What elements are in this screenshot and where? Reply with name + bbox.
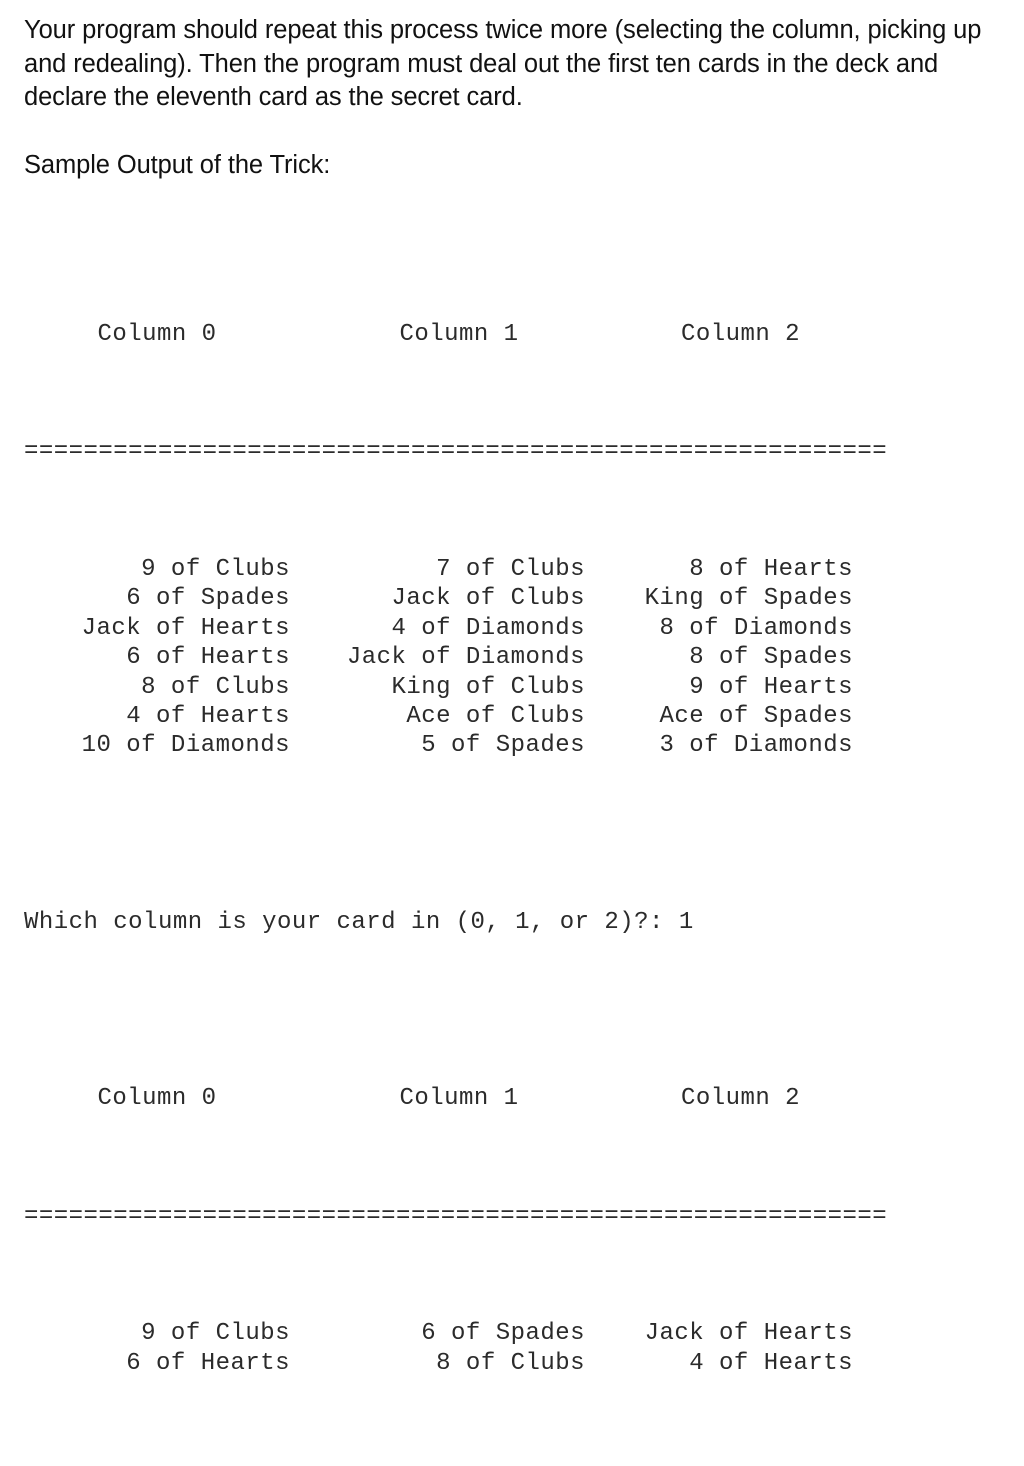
cell-gap [585, 614, 628, 643]
cell-gap [290, 731, 333, 760]
deal-two-separator: ========================================… [24, 1202, 888, 1230]
card-cell: 6 of Spades [126, 585, 290, 613]
column-header-1: Column 1 [399, 1085, 519, 1113]
table-row: 8 of Clubs King of Clubs 9 of Hearts [24, 673, 853, 702]
table-row: 10 of Diamonds 5 of Spades 3 of Diamonds [24, 731, 853, 760]
card-cell: King of Clubs [391, 673, 585, 701]
deal-two-table: Column 0 Column 1 Column 2 [24, 1084, 853, 1113]
deal-one-separator: ========================================… [24, 438, 888, 466]
card-cell: Jack of Hearts [81, 614, 290, 642]
column-header-2: Column 2 [680, 320, 801, 348]
card-cell: 7 of Clubs [436, 555, 585, 583]
card-cell: 3 of Diamonds [659, 732, 853, 760]
table-row: 9 of Clubs 7 of Clubs 8 of Hearts [24, 555, 853, 584]
deal-one-table: Column 0 Column 1 Column 2 [24, 320, 853, 349]
card-cell: 8 of Hearts [689, 555, 853, 583]
card-cell: 9 of Clubs [141, 1320, 290, 1348]
deal-two-rows: 9 of Clubs 6 of Spades Jack of Hearts 6 … [24, 1319, 853, 1378]
header-gap-2 [585, 320, 628, 349]
console-output: Column 0 Column 1 Column 2 =============… [24, 202, 1024, 1466]
card-cell: King of Spades [644, 585, 853, 613]
card-cell: Jack of Clubs [391, 585, 585, 613]
card-cell: 4 of Hearts [689, 1349, 853, 1377]
card-cell: Jack of Diamonds [346, 644, 585, 672]
cell-gap [290, 673, 333, 702]
cell-gap [290, 614, 333, 643]
column-header-1: Column 1 [399, 320, 519, 348]
intro-paragraph: Your program should repeat this process … [24, 16, 982, 111]
cell-gap [585, 673, 628, 702]
cell-gap [585, 731, 628, 760]
card-cell: Ace of Clubs [406, 702, 585, 730]
cell-gap [290, 1349, 333, 1378]
section-heading: Sample Output of the Trick: [24, 150, 331, 179]
card-cell: 4 of Hearts [126, 702, 290, 730]
cell-gap [290, 584, 333, 613]
cell-gap [585, 702, 628, 731]
card-cell: 8 of Spades [689, 644, 853, 672]
column-header-2: Column 2 [680, 1085, 801, 1113]
cell-gap [585, 643, 628, 672]
table-row: 9 of Clubs 6 of Spades Jack of Hearts [24, 1319, 853, 1348]
column-header-0: Column 0 [97, 320, 217, 348]
table-row: 4 of Hearts Ace of Clubs Ace of Spades [24, 702, 853, 731]
card-cell: 6 of Hearts [126, 1349, 290, 1377]
cell-gap [290, 702, 333, 731]
card-cell: Jack of Hearts [644, 1320, 853, 1348]
card-cell: 8 of Clubs [436, 1349, 585, 1377]
card-cell: 8 of Clubs [141, 673, 290, 701]
cell-gap [585, 584, 628, 613]
cell-gap [290, 555, 333, 584]
cell-gap [585, 1349, 628, 1378]
deal-one-rows: 9 of Clubs 7 of Clubs 8 of Hearts 6 of S… [24, 555, 853, 761]
header-gap-2 [585, 1084, 628, 1113]
document-page: Your program should repeat this process … [0, 0, 1024, 1377]
column-prompt-line: Which column is your card in (0, 1, or 2… [24, 908, 694, 936]
card-cell: 10 of Diamonds [81, 732, 290, 760]
table-header-row: Column 0 Column 1 Column 2 [24, 1084, 853, 1113]
cell-gap [290, 1319, 333, 1348]
cell-gap [585, 555, 628, 584]
header-gap-1 [290, 320, 333, 349]
table-row: 6 of Spades Jack of Clubs King of Spades [24, 584, 853, 613]
header-gap-1 [290, 1084, 333, 1113]
card-cell: Ace of Spades [659, 702, 853, 730]
card-cell: 9 of Clubs [141, 555, 290, 583]
card-cell: 9 of Hearts [689, 673, 853, 701]
cell-gap [585, 1319, 628, 1348]
table-header-row: Column 0 Column 1 Column 2 [24, 320, 853, 349]
card-cell: 6 of Hearts [126, 644, 290, 672]
card-cell: 4 of Diamonds [391, 614, 585, 642]
table-row: Jack of Hearts 4 of Diamonds 8 of Diamon… [24, 614, 853, 643]
column-header-0: Column 0 [97, 1085, 217, 1113]
table-row: 6 of Hearts 8 of Clubs 4 of Hearts [24, 1349, 853, 1378]
table-row: 6 of Hearts Jack of Diamonds 8 of Spades [24, 643, 853, 672]
card-cell: 6 of Spades [421, 1320, 585, 1348]
card-cell: 8 of Diamonds [659, 614, 853, 642]
cell-gap [290, 643, 333, 672]
card-cell: 5 of Spades [421, 732, 585, 760]
